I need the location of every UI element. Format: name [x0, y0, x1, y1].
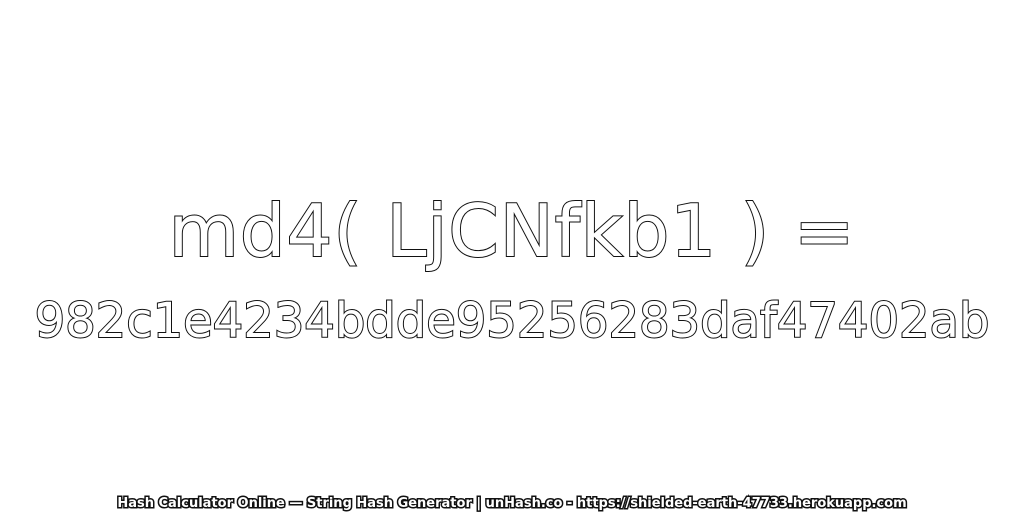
hash-expression: md4( LjCNfkb1 ) =	[168, 188, 856, 274]
footer-caption: Hash Calculator Online — String Hash Gen…	[116, 495, 908, 512]
hash-digest: 982c1e4234bdde95256283daf47402ab	[34, 292, 991, 350]
